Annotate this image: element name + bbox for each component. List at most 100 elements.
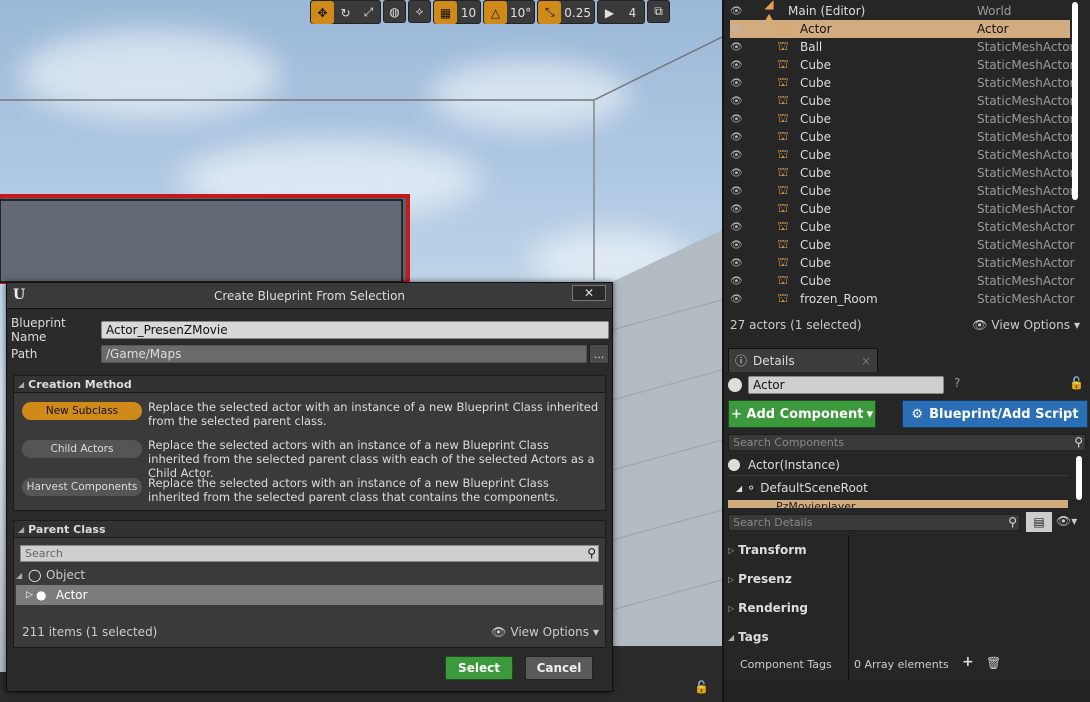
grid-snap-icon[interactable]: ▦	[434, 1, 457, 24]
outliner-row[interactable]: 👁 ⛫ Cube StaticMeshActor	[730, 236, 1074, 254]
translate-tool-icon[interactable]: ✥	[311, 1, 334, 24]
outliner-row[interactable]: 👁 ⛫ Cube StaticMeshActor	[730, 200, 1074, 218]
visibility-filter-icon[interactable]: 👁▾	[1056, 514, 1077, 528]
eye-icon: 👁	[972, 318, 988, 332]
new-subclass-button[interactable]: New Subclass	[22, 402, 142, 420]
outliner-row[interactable]: 👁 ⛫ Cube StaticMeshActor	[730, 218, 1074, 236]
eye-icon[interactable]: 👁	[730, 42, 752, 53]
class-tree-row[interactable]: ◢ ◯ Object	[16, 565, 603, 585]
outliner-row[interactable]: 👁 ⛫ Cube StaticMeshActor	[730, 254, 1074, 272]
class-tree-row-selected[interactable]: ▷ ● Actor	[16, 585, 603, 605]
surface-snap-icon[interactable]: ⟡	[408, 0, 431, 23]
eye-icon[interactable]: 👁	[730, 294, 752, 305]
outliner-item-type: StaticMeshActor	[977, 94, 1075, 108]
camera-speed-value[interactable]: 4	[621, 1, 644, 24]
close-tab-icon[interactable]: ×	[861, 354, 871, 368]
eye-icon[interactable]: 👁	[730, 150, 752, 161]
eye-icon[interactable]: 👁	[730, 204, 752, 215]
help-icon[interactable]: ?	[954, 376, 960, 390]
maximize-viewport-icon[interactable]: ⧉	[647, 0, 670, 23]
outliner-item-label: Cube	[800, 202, 831, 216]
angle-snap-icon[interactable]: △	[484, 1, 507, 24]
category-transform[interactable]: ▷ Transform	[728, 539, 846, 561]
outliner-view-options[interactable]: 👁 View Options ▾	[972, 318, 1080, 332]
eye-icon[interactable]: 👁	[730, 24, 752, 35]
category-presenz[interactable]: ▷ Presenz	[728, 568, 846, 590]
eye-icon[interactable]: 👁	[730, 132, 752, 143]
outliner-scrollbar[interactable]	[1072, 2, 1078, 200]
eye-icon[interactable]: 👁	[730, 258, 752, 269]
blueprint-add-script-button[interactable]: ⚙ Blueprint/Add Script	[902, 400, 1088, 428]
outliner-row[interactable]: 👁 ⛫ Cube StaticMeshActor	[730, 92, 1074, 110]
creation-method-header[interactable]: ◢ Creation Method	[14, 376, 605, 393]
category-tags[interactable]: ◢ Tags	[728, 626, 846, 648]
eye-icon[interactable]: 👁	[730, 6, 752, 17]
eye-icon[interactable]: 👁	[730, 240, 752, 251]
cancel-button[interactable]: Cancel	[525, 656, 593, 680]
outliner-row[interactable]: 👁 ⛫ Cube StaticMeshActor	[730, 128, 1074, 146]
add-component-button[interactable]: + Add Component ▾	[728, 400, 876, 428]
browse-path-button[interactable]: ...	[589, 344, 609, 364]
close-button[interactable]: ✕	[572, 285, 606, 301]
class-search-input[interactable]: Search ⚲	[20, 545, 599, 562]
scale-snap-icon[interactable]: ⤡	[538, 1, 562, 24]
outliner-row[interactable]: 👁 ⛫ Cube StaticMeshActor	[730, 164, 1074, 182]
search-components-input[interactable]: Search Components ⚲	[728, 434, 1086, 451]
parent-class-header[interactable]: ◢ Parent Class	[14, 521, 605, 538]
outliner-row[interactable]: 👁 ⛫ frozen_Room StaticMeshActor	[730, 290, 1074, 308]
outliner-item-type: StaticMeshActor	[977, 58, 1075, 72]
outliner-row[interactable]: 👁 ⛫ Cube StaticMeshActor	[730, 74, 1074, 92]
camera-speed-icon[interactable]: ▶	[598, 1, 621, 24]
actor-name-input[interactable]: Actor	[748, 376, 944, 394]
eye-icon[interactable]: 👁	[730, 186, 752, 197]
harvest-components-button[interactable]: Harvest Components	[22, 478, 142, 496]
outliner-row[interactable]: 👁 ⛫ Cube StaticMeshActor	[730, 182, 1074, 200]
outliner-row[interactable]: 👁 ⛫ Ball StaticMeshActor	[730, 38, 1074, 56]
outliner-row[interactable]: 👁 ◯ Actor Actor	[730, 20, 1070, 38]
outliner-row-world[interactable]: 👁 ◢ ⛰ Main (Editor) World	[730, 0, 1070, 25]
scale-tool-icon[interactable]: ⤢	[357, 1, 380, 24]
class-label: Object	[46, 568, 86, 582]
outliner-row[interactable]: 👁 ⛫ Cube StaticMeshActor	[730, 56, 1074, 74]
eye-icon[interactable]: 👁	[730, 60, 752, 71]
eye-icon[interactable]: 👁	[730, 168, 752, 179]
path-input[interactable]: /Game/Maps	[101, 345, 587, 363]
default-scene-root-row[interactable]: ◢ ⚬ DefaultSceneRoot	[736, 478, 868, 498]
eye-icon[interactable]: 👁	[730, 276, 752, 287]
eye-icon[interactable]: 👁	[730, 96, 752, 107]
child-actors-button[interactable]: Child Actors	[22, 440, 142, 458]
property-matrix-icon[interactable]: ▤	[1026, 512, 1052, 532]
components-scrollbar[interactable]	[1076, 456, 1082, 500]
outliner-row[interactable]: 👁 ⛫ Cube StaticMeshActor	[730, 110, 1074, 128]
rotate-tool-icon[interactable]: ↻	[334, 1, 357, 24]
parent-class-section: ◢ Parent Class Search ⚲ ◢ ◯ Object ▷ ● Ac…	[13, 520, 606, 648]
view-options-button[interactable]: 👁 View Options ▾	[491, 625, 599, 639]
static-mesh-icon: ⛫	[777, 219, 789, 233]
category-rendering[interactable]: ▷ Rendering	[728, 597, 846, 619]
add-element-icon[interactable]: +	[962, 654, 974, 670]
outliner-row[interactable]: 👁 ⛫ Cube StaticMeshActor	[730, 146, 1074, 164]
search-details-input[interactable]: Search Details ⚲	[728, 514, 1020, 531]
blueprint-name-input[interactable]: Actor_PresenZMovie	[101, 321, 609, 339]
unreal-logo-icon: U	[13, 287, 26, 303]
outliner-item-label: Actor	[800, 22, 832, 36]
viewport-toolbar: ✥ ↻ ⤢ ◍ ⟡ ▦ 10 △ 10° ⤡ 0.25 ▶ 4 ⧉	[310, 0, 670, 24]
actor-icon	[728, 458, 740, 471]
outliner-item-type: StaticMeshActor	[977, 238, 1075, 252]
tab-details[interactable]: ⓘ Details ×	[728, 348, 878, 372]
lock-icon[interactable]: 🔓	[1069, 376, 1084, 390]
lock-icon[interactable]: 🔓	[694, 680, 709, 694]
angle-snap-value[interactable]: 10°	[507, 1, 534, 24]
grid-snap-value[interactable]: 10	[457, 1, 480, 24]
eye-icon[interactable]: 👁	[730, 78, 752, 89]
select-button[interactable]: Select	[445, 656, 513, 680]
trash-icon[interactable]: 🗑	[986, 656, 1001, 670]
scale-snap-value[interactable]: 0.25	[561, 1, 594, 24]
eye-icon[interactable]: 👁	[730, 114, 752, 125]
world-space-icon[interactable]: ◍	[383, 0, 406, 23]
eye-icon[interactable]: 👁	[730, 222, 752, 233]
outliner-item-label: Cube	[800, 184, 831, 198]
component-instance-row[interactable]: Actor(Instance)	[728, 454, 1068, 476]
selected-component-row[interactable]: PzMovieplayer	[728, 500, 1068, 508]
outliner-row[interactable]: 👁 ⛫ Cube StaticMeshActor	[730, 272, 1074, 290]
